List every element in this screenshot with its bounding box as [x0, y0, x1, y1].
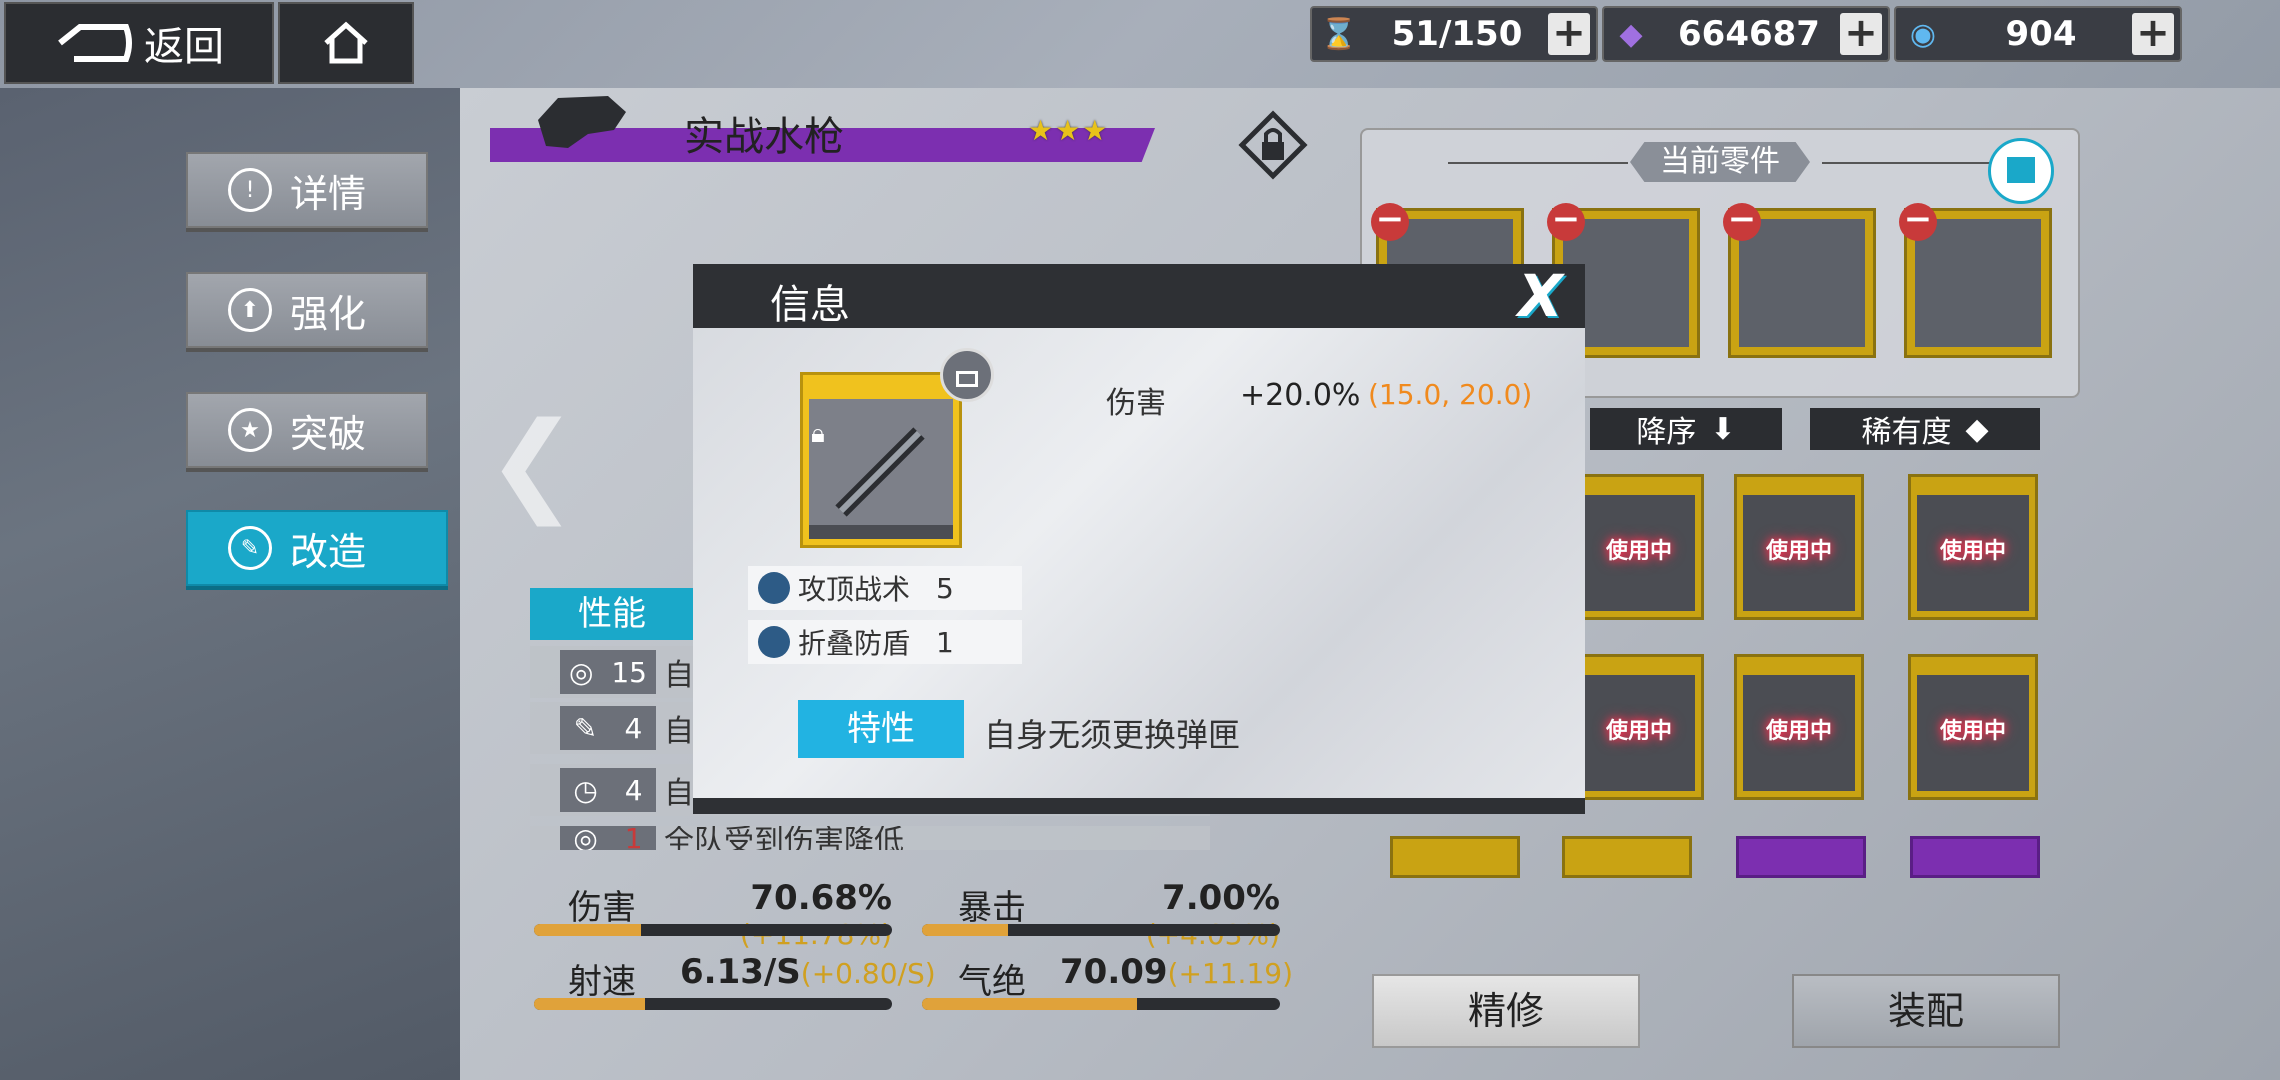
tactics-icon — [758, 572, 790, 604]
modal-stat-value: +20.0% — [1240, 378, 1361, 413]
close-icon[interactable]: X — [1518, 262, 1563, 330]
trait-button[interactable]: 特性 — [798, 700, 964, 758]
shield-icon — [758, 626, 790, 658]
attr-row: 折叠防盾 1 — [748, 620, 1022, 664]
attr-label: 攻顶战术 — [798, 573, 911, 606]
attr-label: 折叠防盾 — [798, 627, 911, 660]
lock-toggle-icon[interactable] — [940, 348, 994, 402]
modal-stat-range: (15.0, 20.0) — [1368, 378, 1533, 411]
part-item-card: 🔒︎ — [800, 372, 962, 548]
attr-value: 5 — [936, 571, 954, 605]
trait-description: 自身无须更换弹匣 — [984, 716, 1241, 754]
modal-stat-label: 伤害 — [1106, 386, 1166, 421]
barrel-part-icon — [835, 427, 925, 517]
modal-title: 信息 — [770, 282, 850, 328]
attr-row: 攻顶战术 5 — [748, 566, 1022, 610]
modal-footer — [693, 798, 1585, 814]
attr-value: 1 — [936, 625, 954, 659]
